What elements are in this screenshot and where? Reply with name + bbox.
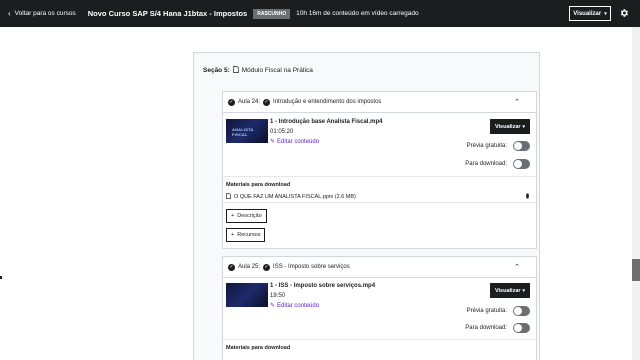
add-resources-button[interactable]: + Recursos xyxy=(226,228,266,242)
gear-icon[interactable] xyxy=(618,6,630,20)
section-title: Módulo Fiscal na Prática xyxy=(241,67,313,74)
video-duration: 01:05:20 xyxy=(270,129,294,135)
divider xyxy=(223,176,536,177)
description-label: Descrição xyxy=(237,213,262,219)
lecture-number: Aula 25: xyxy=(238,264,261,270)
check-circle-icon: ✓ xyxy=(263,98,271,106)
resources-label: Recursos xyxy=(237,232,261,238)
edit-content-link[interactable]: ✎ Editar conteúdo xyxy=(270,302,320,310)
section-header: Seção 5: Módulo Fiscal na Prática xyxy=(203,66,313,75)
check-circle-icon: ✓ xyxy=(228,98,235,106)
video-thumbnail[interactable] xyxy=(226,283,268,307)
edit-content-link[interactable]: ✎ Editar conteúdo xyxy=(270,138,320,146)
course-title: Novo Curso SAP S/4 Hana J1btax - Imposto… xyxy=(87,9,248,18)
chevron-up-icon[interactable]: ⌃ xyxy=(514,263,520,271)
section-number: Seção 5: xyxy=(203,67,230,74)
document-icon xyxy=(232,66,239,75)
top-bar: ‹ Voltar para os cursos Novo Curso SAP S… xyxy=(0,0,640,27)
chevron-down-icon: ▾ xyxy=(522,287,526,294)
preview-label: Visualizar xyxy=(573,10,602,17)
status-badge: RASCUNHO xyxy=(253,8,291,19)
content-duration: 10h 16m de conteúdo em vídeo carregado xyxy=(296,10,419,17)
lecture-header[interactable]: ✓ Aula 24: ✓ Introdução e entendimento d… xyxy=(223,92,536,113)
divider xyxy=(223,339,536,340)
download-label: Para download: xyxy=(465,325,507,331)
video-title: 1 - Introdução base Analista Fiscal.mp4 xyxy=(270,119,383,125)
lecture-number: Aula 24: xyxy=(238,99,261,105)
free-preview-toggle[interactable] xyxy=(513,141,530,151)
back-label: Voltar para os cursos xyxy=(14,10,76,17)
add-description-button[interactable]: + Descrição xyxy=(226,209,267,223)
lecture-title: ISS - Imposto sobre serviços xyxy=(273,264,350,270)
plus-icon: + xyxy=(231,232,235,238)
cursor-mark xyxy=(0,276,2,279)
preview-video-label: Visualizar xyxy=(494,123,521,130)
check-circle-icon: ✓ xyxy=(228,263,235,271)
edit-label: Editar conteúdo xyxy=(277,138,320,145)
download-label: Para download: xyxy=(465,161,507,167)
video-duration: 19:50 xyxy=(270,293,286,299)
chevron-down-icon: ▾ xyxy=(604,10,607,17)
file-name: O QUE FAZ UM ANALISTA FISCAL.pptx (2.6 M… xyxy=(234,194,356,200)
preview-video-label: Visualizar xyxy=(494,287,521,294)
pencil-icon: ✎ xyxy=(270,139,276,145)
free-preview-label: Prévia gratuita: xyxy=(466,143,507,149)
lecture-card-25: ✓ Aula 25: ✓ ISS - Imposto sobre serviço… xyxy=(222,256,537,360)
video-title: 1 - ISS - Imposto sobre serviços.mp4 xyxy=(270,283,376,289)
chevron-down-icon: ▾ xyxy=(522,123,526,130)
preview-dropdown-button[interactable]: Visualizar ▾ xyxy=(569,6,611,21)
back-to-courses-link[interactable]: ‹ Voltar para os cursos xyxy=(8,9,76,18)
divider xyxy=(223,202,536,203)
free-preview-toggle[interactable] xyxy=(513,306,530,316)
thumbnail-text: ANALISTA FISCAL xyxy=(232,127,254,137)
materials-label: Materiais para download xyxy=(226,345,291,351)
free-preview-row: Prévia gratuita: xyxy=(467,306,530,316)
materials-label: Materiais para download xyxy=(226,182,291,188)
document-icon xyxy=(226,193,231,201)
pencil-icon: ✎ xyxy=(270,303,276,309)
chevron-up-icon[interactable]: ⌃ xyxy=(514,98,520,106)
lecture-header[interactable]: ✓ Aula 25: ✓ ISS - Imposto sobre serviço… xyxy=(223,257,536,278)
scrollbar-track[interactable] xyxy=(632,27,640,360)
preview-video-button[interactable]: Visualizar ▾ xyxy=(490,283,530,298)
lecture-card-24: ✓ Aula 24: ✓ Introdução e entendimento d… xyxy=(222,91,537,249)
trash-icon[interactable] xyxy=(525,193,530,201)
free-preview-row: Prévia gratuita: xyxy=(467,141,530,151)
download-row: Para download: xyxy=(465,159,530,169)
free-preview-label: Prévia gratuita: xyxy=(466,308,507,314)
preview-video-button[interactable]: Visualizar ▾ xyxy=(490,119,530,134)
download-toggle[interactable] xyxy=(513,323,530,333)
plus-icon: + xyxy=(231,213,235,219)
check-circle-icon: ✓ xyxy=(263,263,271,271)
lecture-title: Introdução e entendimento dos impostos xyxy=(273,99,382,105)
video-thumbnail[interactable]: ANALISTA FISCAL xyxy=(226,119,268,143)
download-toggle[interactable] xyxy=(513,159,530,169)
download-row: Para download: xyxy=(465,323,530,333)
edit-label: Editar conteúdo xyxy=(277,302,320,309)
chevron-left-icon: ‹ xyxy=(8,9,11,18)
scrollbar-thumb[interactable] xyxy=(632,259,640,281)
download-file-row: O QUE FAZ UM ANALISTA FISCAL.pptx (2.6 M… xyxy=(226,193,530,201)
